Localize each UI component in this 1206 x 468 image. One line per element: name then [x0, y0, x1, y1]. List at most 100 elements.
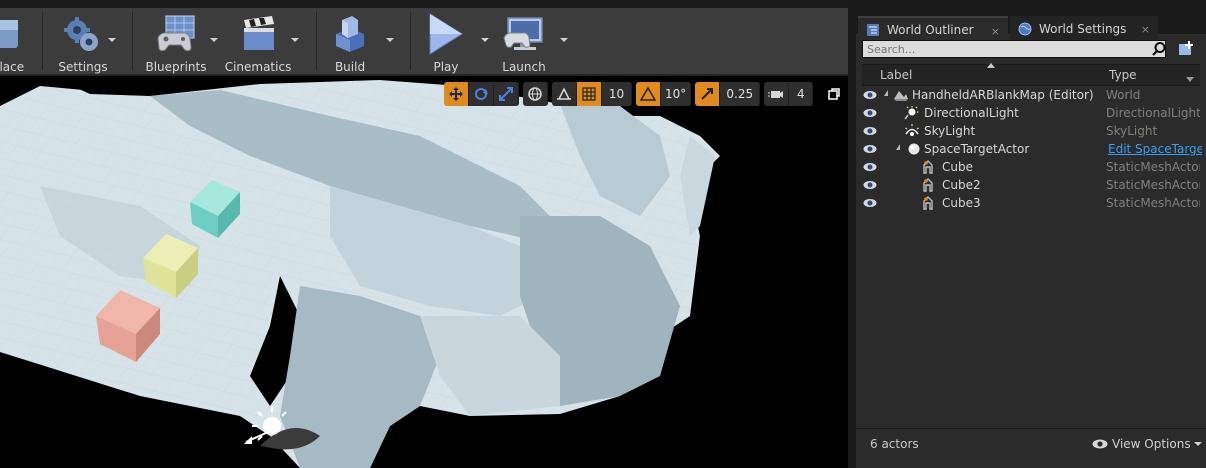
surface-snap-button[interactable]: [552, 82, 577, 106]
cinematics-label: Cinematics: [224, 60, 292, 74]
visibility-eye-icon[interactable]: [863, 161, 877, 173]
scale-snap-value[interactable]: 0.25: [720, 82, 761, 106]
scale-icon: [499, 87, 513, 101]
search-icon[interactable]: [1151, 41, 1167, 57]
camera-speed-value[interactable]: 4: [789, 82, 814, 106]
tree-row-label: DirectionalLight: [924, 106, 1019, 120]
tree-row-type: SkyLight: [1106, 124, 1158, 138]
rotation-snap-value[interactable]: 10°: [661, 82, 692, 106]
expand-arrow-icon[interactable]: [896, 144, 900, 150]
visibility-eye-icon[interactable]: [863, 107, 877, 119]
visibility-eye-icon[interactable]: [863, 125, 877, 137]
play-dropdown-arrow-icon[interactable]: [481, 38, 489, 42]
clapperboard-icon: [236, 12, 280, 56]
column-type-header[interactable]: Type: [1109, 68, 1137, 82]
level-viewport[interactable]: 10 10° 0.25 4: [0, 76, 848, 468]
tree-row-cube3[interactable]: Cube3 StaticMeshActor: [862, 194, 1200, 212]
viewport-toolbar: 10 10° 0.25 4: [444, 82, 817, 108]
world-icon: [894, 91, 908, 101]
cinematics-dropdown-arrow-icon[interactable]: [291, 38, 299, 42]
view-options-label: View Options: [1112, 437, 1191, 451]
search-input[interactable]: [862, 40, 1166, 58]
launch-label: Launch: [502, 60, 546, 74]
create-folder-icon[interactable]: [1175, 40, 1195, 58]
tab-world-outliner[interactable]: World Outliner ×: [858, 16, 1008, 42]
view-options-button[interactable]: View Options: [1092, 435, 1202, 453]
tree-row-type: World: [1106, 88, 1141, 102]
gears-icon: [61, 12, 105, 56]
close-icon[interactable]: ×: [991, 25, 1000, 38]
tree-row-label: SpaceTargetActor: [924, 142, 1030, 156]
chevron-down-icon: [1193, 442, 1202, 446]
scale-snap-icon: [701, 88, 714, 100]
blueprints-controller-icon: [154, 12, 198, 56]
rotation-snap-toggle[interactable]: [636, 82, 661, 106]
grid-snap-toggle[interactable]: [577, 82, 602, 106]
play-button[interactable]: Play: [422, 8, 470, 74]
column-menu-arrow-icon[interactable]: [1186, 77, 1194, 82]
settings-dropdown-arrow-icon[interactable]: [108, 38, 116, 42]
launch-monitor-icon: [502, 12, 546, 56]
launch-dropdown-arrow-icon[interactable]: [560, 38, 568, 42]
rotate-mode-button[interactable]: [469, 82, 494, 106]
visibility-eye-icon[interactable]: [863, 143, 877, 155]
tree-row-label: Cube3: [942, 196, 981, 210]
visibility-eye-icon[interactable]: [863, 89, 877, 101]
build-button[interactable]: Build: [328, 8, 372, 74]
tree-row-type: StaticMeshActor: [1106, 160, 1200, 174]
scale-mode-button[interactable]: [494, 82, 519, 106]
camera-speed-button[interactable]: [764, 82, 790, 106]
place-label: place: [0, 60, 25, 74]
cinematics-button[interactable]: Cinematics: [224, 8, 292, 74]
tree-row-space-target-actor[interactable]: SpaceTargetActor Edit SpaceTargetActor: [862, 140, 1202, 158]
toolbar-separator: [316, 12, 317, 70]
angle-icon: [640, 86, 656, 101]
tree-row-cube2[interactable]: Cube2 StaticMeshActor: [862, 176, 1200, 194]
tree-row-world[interactable]: HandheldARBlankMap (Editor) World: [862, 86, 1200, 104]
static-mesh-icon: [923, 160, 933, 174]
directional-light-icon: [904, 106, 919, 120]
tree-row-type: StaticMeshActor: [1106, 196, 1200, 210]
world-settings-globe-icon: [1018, 22, 1032, 36]
tree-row-directional-light[interactable]: DirectionalLight DirectionalLight: [862, 104, 1200, 122]
visibility-eye-icon[interactable]: [863, 179, 877, 191]
visibility-eye-icon[interactable]: [863, 197, 877, 209]
world-space-button[interactable]: [523, 82, 548, 106]
tree-row-skylight[interactable]: SkyLight SkyLight: [862, 122, 1200, 140]
eye-icon: [1092, 439, 1108, 449]
main-toolbar: place Settings Blueprints: [0, 0, 848, 76]
launch-button[interactable]: Launch: [498, 8, 550, 74]
grid-snap-value[interactable]: 10: [602, 82, 632, 106]
translate-mode-button[interactable]: [444, 82, 469, 106]
close-icon[interactable]: ×: [1141, 23, 1150, 36]
tab-world-settings[interactable]: World Settings ×: [1010, 16, 1158, 42]
settings-button[interactable]: Settings: [58, 8, 108, 74]
rotate-icon: [475, 88, 488, 100]
tree-row-label: SkyLight: [924, 124, 976, 138]
outliner-column-header: Label Type: [862, 63, 1200, 86]
grid-icon: [582, 87, 596, 101]
blueprints-button[interactable]: Blueprints: [144, 8, 208, 74]
scale-snap-toggle[interactable]: [695, 82, 721, 106]
outliner-footer: 6 actors View Options: [856, 428, 1206, 468]
settings-label: Settings: [58, 60, 108, 74]
column-label-header[interactable]: Label: [880, 68, 912, 82]
globe-icon: [528, 87, 542, 101]
surface-snap-icon: [557, 87, 571, 100]
maximize-viewport-icon[interactable]: [828, 88, 840, 100]
static-mesh-icon: [923, 196, 933, 210]
scale-snap-group: 0.25: [695, 82, 761, 106]
tree-row-cube[interactable]: Cube StaticMeshActor: [862, 158, 1200, 176]
build-dropdown-arrow-icon[interactable]: [386, 38, 394, 42]
tree-row-type: DirectionalLight: [1106, 106, 1200, 120]
toolbar-separator: [42, 12, 43, 70]
panel-splitter[interactable]: [848, 0, 856, 468]
tab-world-settings-label: World Settings: [1039, 22, 1127, 36]
blueprints-dropdown-arrow-icon[interactable]: [210, 38, 218, 42]
place-button[interactable]: place: [0, 8, 36, 74]
sort-ascending-icon[interactable]: [987, 63, 995, 68]
edit-space-target-actor-link[interactable]: Edit SpaceTargetActor: [1108, 142, 1202, 156]
rotation-snap-group: 10°: [636, 82, 692, 106]
expand-arrow-icon[interactable]: [884, 90, 888, 96]
skylight-icon: [905, 124, 919, 136]
